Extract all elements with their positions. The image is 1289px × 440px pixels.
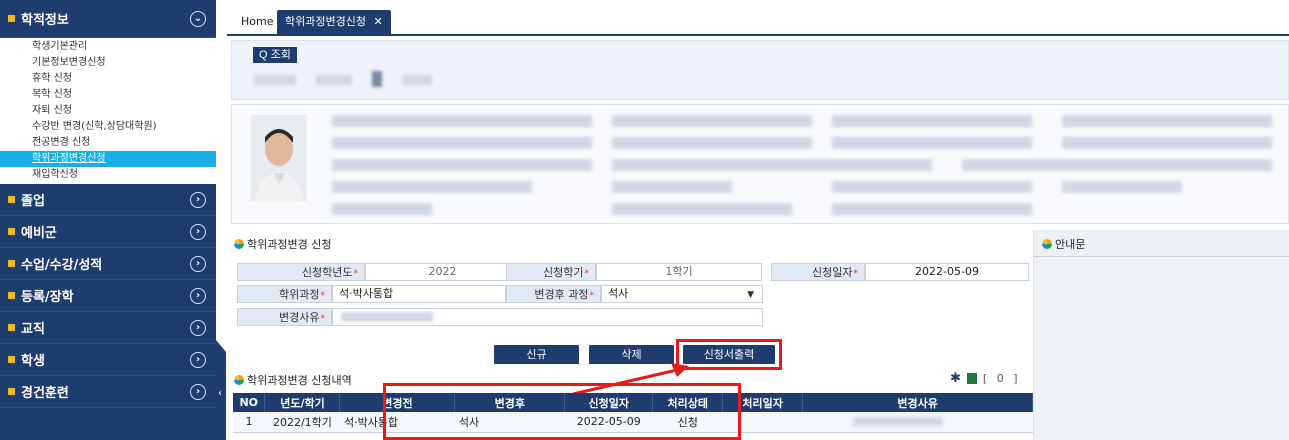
chevron-right-icon[interactable]: › [190, 383, 206, 400]
menu-courses[interactable]: 수업/수강/성적 › [0, 248, 216, 280]
guide-panel: 안내문 [1033, 230, 1289, 440]
tab-label: 학위과정변경신청 [285, 15, 366, 28]
cell-year-term: 2022/1학기 [264, 412, 340, 433]
col-reason[interactable]: 변경사유 [802, 393, 1033, 412]
cell-reason [802, 412, 1033, 433]
tab-degree-change[interactable]: 학위과정변경신청 ✕ [277, 10, 391, 34]
tab-bar: Home 학위과정변경신청 ✕ [227, 0, 1289, 36]
chevron-right-icon[interactable]: › [190, 223, 206, 240]
sidebar-item-student-basic[interactable]: 학생기본관리 [0, 39, 216, 55]
date-label: 신청일자* [771, 263, 865, 281]
sidebar-item-return[interactable]: 복학 신청 [0, 87, 216, 103]
main-content: Home 학위과정변경신청 ✕ Q 조회 학위과정변경 신청 신청학년도* 20… [227, 0, 1289, 440]
menu-academic-info[interactable]: 학적정보 ⌄ [0, 0, 216, 38]
after-course-label: 변경후 과정* [506, 285, 601, 303]
menu-square-icon [8, 388, 15, 395]
cell-no: 1 [233, 412, 265, 433]
degree-label: 학위과정* [237, 285, 332, 303]
chevron-right-icon[interactable]: › [190, 287, 206, 304]
section-icon [1042, 239, 1052, 249]
chevron-right-icon[interactable]: › [190, 319, 206, 336]
guide-body [1034, 256, 1289, 440]
reason-field[interactable] [332, 308, 763, 326]
sidebar-item-readmission[interactable]: 재입학신청 [0, 167, 216, 183]
menu-label: 학생 [21, 354, 45, 369]
menu-square-icon [8, 228, 15, 235]
menu-square-icon [8, 196, 15, 203]
history-toolbar: ✱ [ 0 ] [950, 371, 1020, 386]
menu-teaching[interactable]: 교직 › [0, 312, 216, 344]
sidebar-collapse-handle[interactable]: ‹ [216, 340, 226, 440]
excel-icon[interactable] [966, 373, 977, 384]
menu-square-icon [8, 15, 15, 22]
col-no[interactable]: NO [233, 393, 266, 412]
menu-square-icon [8, 356, 15, 363]
chevron-right-icon[interactable]: › [190, 351, 206, 368]
chevron-right-icon[interactable]: › [190, 191, 206, 208]
menu-label: 등록/장학 [21, 290, 74, 305]
menu-label: 수업/수강/성적 [21, 258, 103, 273]
chevron-left-icon: ‹ [218, 388, 222, 399]
tab-home[interactable]: Home [233, 10, 281, 34]
menu-square-icon [8, 260, 15, 267]
menu-devotion[interactable]: 경건훈련 › [0, 376, 216, 408]
menu-graduation[interactable]: 졸업 › [0, 184, 216, 216]
menu-reserve[interactable]: 예비군 › [0, 216, 216, 248]
menu-label: 교직 [21, 322, 45, 337]
menu-label: 예비군 [21, 226, 57, 241]
menu-square-icon [8, 292, 15, 299]
menu-registration[interactable]: 등록/장학 › [0, 280, 216, 312]
menu-label: 학적정보 [21, 13, 69, 28]
blurred-field [254, 75, 296, 85]
highlight-box-history [383, 383, 741, 440]
gear-icon[interactable]: ✱ [950, 371, 961, 386]
sidebar-item-leave[interactable]: 휴학 신청 [0, 71, 216, 87]
menu-square-icon [8, 324, 15, 331]
form-section-title: 학위과정변경 신청 [234, 236, 331, 252]
row-counter: [ 0 ] [982, 372, 1021, 385]
sidebar-item-degree-change[interactable]: 학위과정변경신청 [0, 151, 216, 167]
reason-label: 변경사유* [237, 308, 332, 326]
blurred-field [316, 75, 352, 85]
term-label: 신청학기* [506, 263, 596, 281]
year-label: 신청학년도* [237, 263, 365, 281]
blurred-field [402, 75, 432, 85]
date-field[interactable]: 2022-05-09 [865, 263, 1029, 281]
sidebar: 학적정보 ⌄ 학생기본관리 기본정보변경신청 휴학 신청 복학 신청 자퇴 신청… [0, 0, 216, 440]
section-icon [234, 375, 244, 385]
sidebar-item-major-change[interactable]: 전공변경 신청 [0, 135, 216, 151]
search-panel: Q 조회 [231, 40, 1289, 100]
sidebar-item-withdraw[interactable]: 자퇴 신청 [0, 103, 216, 119]
sidebar-item-class-change[interactable]: 수강반 변경(신학,상담대학원) [0, 119, 216, 135]
chevron-right-icon[interactable]: › [190, 255, 206, 272]
menu-label: 졸업 [21, 194, 45, 209]
close-icon[interactable]: ✕ [373, 15, 382, 28]
menu-student[interactable]: 학생 › [0, 344, 216, 376]
degree-field[interactable]: 석·박사통합 [332, 285, 506, 303]
search-button[interactable]: Q 조회 [253, 47, 297, 63]
year-field[interactable]: 2022 [365, 263, 520, 281]
blurred-field [372, 71, 382, 87]
sidebar-item-basic-info-change[interactable]: 기본정보변경신청 [0, 55, 216, 71]
col-year-term[interactable]: 년도/학기 [264, 393, 341, 412]
section-icon [234, 239, 244, 249]
guide-title: 안내문 [1042, 236, 1085, 252]
term-field[interactable]: 1학기 [596, 263, 762, 281]
after-course-select[interactable]: 석사 ▼ [601, 285, 763, 303]
submenu: 학생기본관리 기본정보변경신청 휴학 신청 복학 신청 자퇴 신청 수강반 변경… [0, 38, 216, 184]
student-photo [251, 115, 307, 201]
student-info-panel [231, 104, 1289, 224]
menu-label: 경건훈련 [21, 386, 69, 401]
history-section-title: 학위과정변경 신청내역 [234, 372, 352, 388]
dropdown-arrow-icon: ▼ [747, 290, 754, 300]
chevron-down-icon[interactable]: ⌄ [190, 10, 206, 27]
